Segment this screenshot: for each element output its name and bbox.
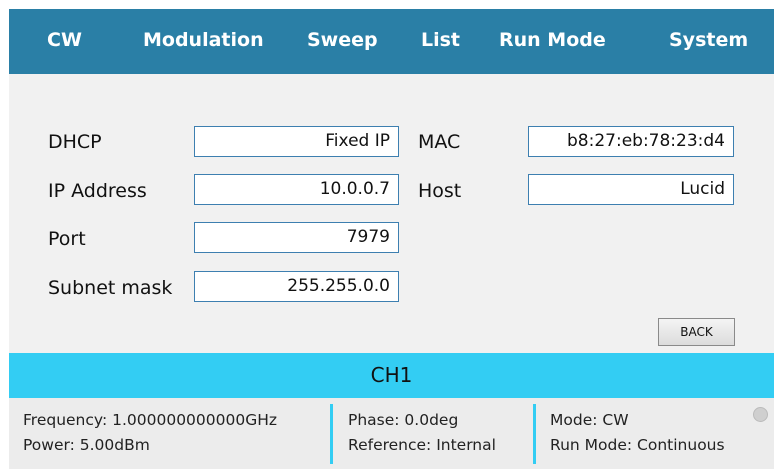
mac-field[interactable]: b8:27:eb:78:23:d4 [528, 126, 734, 157]
channel-bar[interactable]: CH1 [9, 353, 774, 398]
nav-run-mode[interactable]: Run Mode [499, 29, 606, 51]
status-panel: Frequency: 1.000000000000GHz Power: 5.00… [9, 398, 774, 469]
top-navigation: CW Modulation Sweep List Run Mode System [9, 9, 774, 74]
dhcp-field[interactable]: Fixed IP [194, 126, 399, 157]
subnet-mask-field[interactable]: 255.255.0.0 [194, 271, 399, 302]
port-field[interactable]: 7979 [194, 222, 399, 253]
nav-system[interactable]: System [669, 29, 748, 51]
nav-modulation[interactable]: Modulation [143, 29, 264, 51]
host-field[interactable]: Lucid [528, 174, 734, 205]
dhcp-label: DHCP [48, 131, 102, 153]
ip-address-label: IP Address [48, 180, 147, 202]
mac-label: MAC [418, 131, 461, 153]
power-readout: Power: 5.00dBm [23, 436, 150, 454]
port-label: Port [48, 228, 86, 250]
subnet-mask-label: Subnet mask [48, 277, 173, 299]
status-divider [330, 404, 333, 464]
frequency-readout: Frequency: 1.000000000000GHz [23, 411, 278, 429]
nav-sweep[interactable]: Sweep [307, 29, 378, 51]
reference-readout: Reference: Internal [348, 436, 496, 454]
ip-address-field[interactable]: 10.0.0.7 [194, 174, 399, 205]
back-button[interactable]: BACK [658, 318, 735, 346]
status-indicator-icon [753, 407, 768, 422]
run-mode-readout: Run Mode: Continuous [550, 436, 725, 454]
nav-cw[interactable]: CW [47, 29, 82, 51]
nav-list[interactable]: List [421, 29, 460, 51]
status-divider [533, 404, 536, 464]
mode-readout: Mode: CW [550, 411, 629, 429]
phase-readout: Phase: 0.0deg [348, 411, 459, 429]
app-window: CW Modulation Sweep List Run Mode System… [9, 9, 774, 469]
host-label: Host [418, 180, 462, 202]
